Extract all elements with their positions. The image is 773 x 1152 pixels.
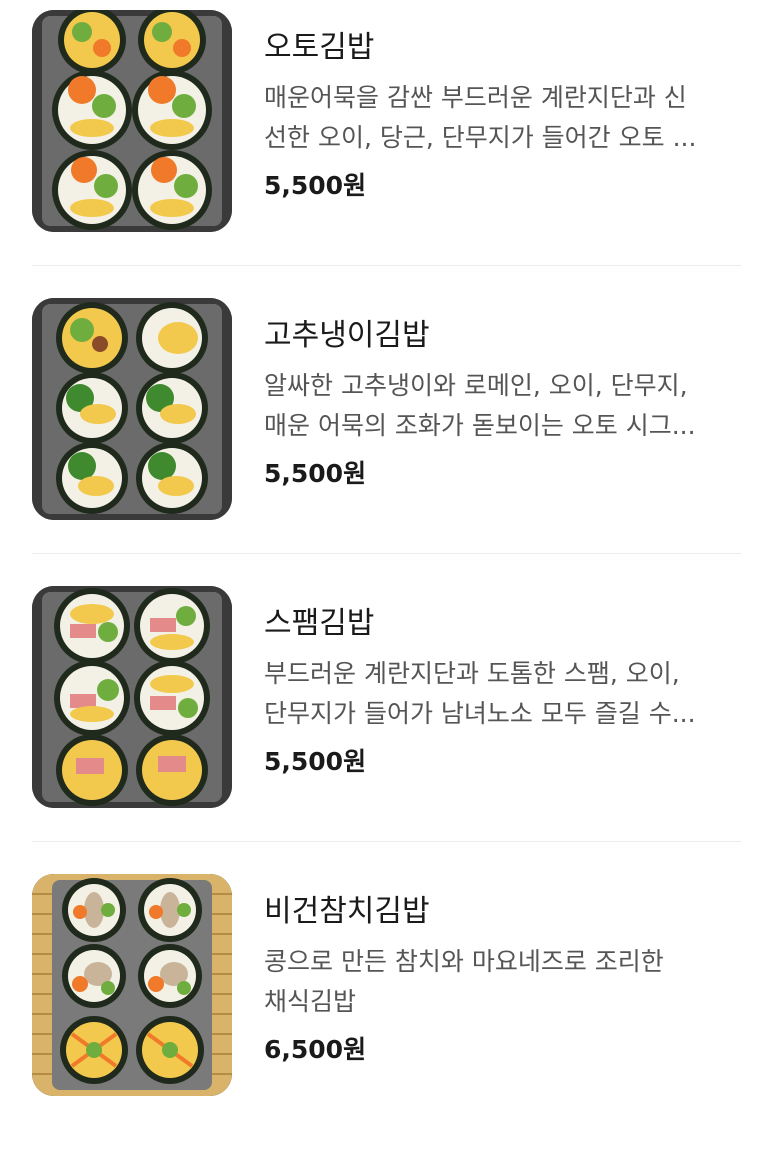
menu-item-oto-kimbap[interactable]: 오토김밥 매운어묵을 감싼 부드러운 계란지단과 신 선한 오이, 당근, 단무… — [0, 0, 773, 288]
menu-item-name: 스팸김밥 — [264, 606, 375, 641]
menu-item-name: 오토김밥 — [264, 30, 375, 65]
menu-item-description-line1: 알싸한 고추냉이와 로메인, 오이, 단무지, — [264, 371, 688, 400]
menu-item-info: 비건참치김밥 콩으로 만든 참치와 마요네즈로 조리한 채식김밥 6,500원 — [264, 892, 744, 1070]
menu-item-info: 스팸김밥 부드러운 계란지단과 도톰한 스팸, 오이, 단무지가 들어가 남녀노… — [264, 604, 744, 782]
menu-item-description-line1: 콩으로 만든 참치와 마요네즈로 조리한 — [264, 947, 664, 976]
menu-item-description-line2: 단무지가 들어가 남녀노소 모두 즐길 수... — [264, 699, 696, 728]
menu-item-description-line1: 부드러운 계란지단과 도톰한 스팸, 오이, — [264, 659, 680, 688]
divider — [32, 841, 741, 842]
menu-item-vegan-tuna-kimbap[interactable]: 비건참치김밥 콩으로 만든 참치와 마요네즈로 조리한 채식김밥 6,500원 — [0, 864, 773, 1152]
menu-item-price: 5,500원 — [264, 747, 367, 776]
menu-item-info: 오토김밥 매운어묵을 감싼 부드러운 계란지단과 신 선한 오이, 당근, 단무… — [264, 28, 744, 206]
menu-item-description-line1: 매운어묵을 감싼 부드러운 계란지단과 신 — [264, 83, 687, 112]
menu-item-description-line2: 매운 어묵의 조화가 돋보이는 오토 시그... — [264, 411, 696, 440]
menu-item-photo[interactable] — [32, 874, 232, 1096]
menu-item-price: 5,500원 — [264, 459, 367, 488]
menu-item-photo[interactable] — [32, 10, 232, 232]
menu-item-description-line2: 채식김밥 — [264, 987, 357, 1016]
menu-item-photo[interactable] — [32, 298, 232, 520]
menu-list: 오토김밥 매운어묵을 감싼 부드러운 계란지단과 신 선한 오이, 당근, 단무… — [0, 0, 773, 1099]
menu-item-price: 5,500원 — [264, 171, 367, 200]
menu-item-spam-kimbap[interactable]: 스팸김밥 부드러운 계란지단과 도톰한 스팸, 오이, 단무지가 들어가 남녀노… — [0, 576, 773, 864]
menu-item-description-line2: 선한 오이, 당근, 단무지가 들어간 오토 ... — [264, 123, 697, 152]
menu-item-price: 6,500원 — [264, 1035, 367, 1064]
menu-item-wasabi-kimbap[interactable]: 고추냉이김밥 알싸한 고추냉이와 로메인, 오이, 단무지, 매운 어묵의 조화… — [0, 288, 773, 576]
menu-item-info: 고추냉이김밥 알싸한 고추냉이와 로메인, 오이, 단무지, 매운 어묵의 조화… — [264, 316, 744, 494]
divider — [32, 265, 741, 266]
menu-item-name: 고추냉이김밥 — [264, 318, 430, 353]
menu-item-name: 비건참치김밥 — [264, 894, 430, 929]
divider — [32, 553, 741, 554]
menu-item-photo[interactable] — [32, 586, 232, 808]
